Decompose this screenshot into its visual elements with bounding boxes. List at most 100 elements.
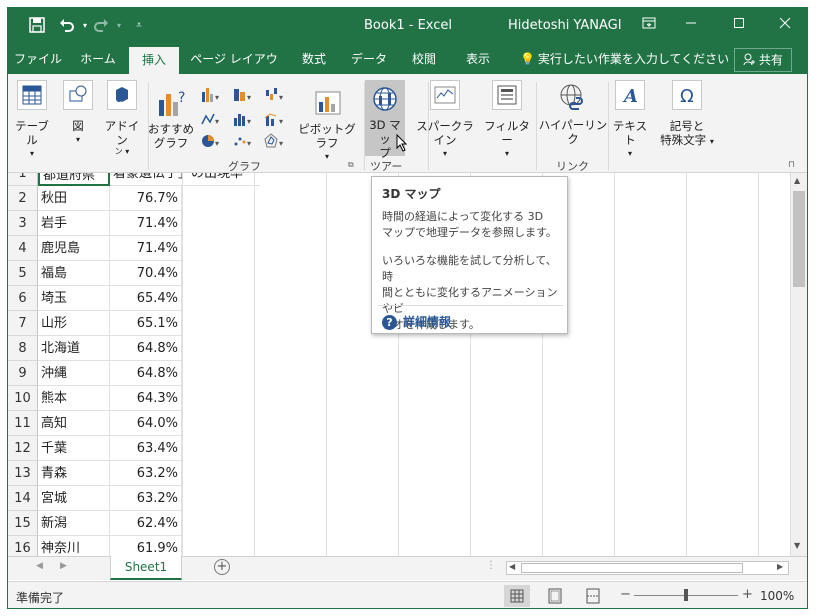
add-sheet-icon[interactable]: + [214, 559, 230, 575]
cell-rate[interactable]: 64.3% [110, 386, 182, 411]
vertical-scrollbar[interactable]: ▲ ▼ [790, 173, 807, 556]
redo-icon[interactable] [92, 17, 110, 35]
cell-prefecture[interactable]: 岩手 [38, 211, 110, 236]
cell-b1[interactable]: 着豪遺伝子」の出現率 [110, 173, 260, 186]
illustrations-button[interactable]: 図 ▾ [60, 80, 96, 156]
row-header[interactable]: 13 [8, 461, 38, 486]
customize-qat-icon[interactable]: ⩡ [130, 17, 148, 35]
cell-prefecture[interactable]: 山形 [38, 311, 110, 336]
tab-file[interactable]: ファイル [8, 44, 68, 74]
symbols-button[interactable]: Ω 記号と 特殊文字 ▾ [656, 80, 718, 156]
pie-chart-button[interactable]: ▾ [200, 132, 224, 152]
zoom-slider-thumb[interactable] [684, 589, 688, 601]
row-header[interactable]: 14 [8, 486, 38, 511]
cell-rate[interactable]: 64.0% [110, 411, 182, 436]
recommended-charts-button[interactable]: ? おすすめ グラフ [148, 88, 194, 158]
hierarchy-chart-button[interactable]: ▾ [232, 86, 256, 106]
tab-data[interactable]: データ [345, 44, 393, 74]
combo-chart-button[interactable]: ▾ [264, 110, 288, 130]
h-scroll-thumb[interactable] [521, 563, 743, 573]
cell-rate[interactable]: 70.4% [110, 261, 182, 286]
radar-chart-button[interactable]: ▾ [264, 132, 288, 152]
row-header[interactable]: 15 [8, 511, 38, 536]
text-button[interactable]: A テキスト ▾ [610, 80, 650, 158]
row-header[interactable]: 6 [8, 286, 38, 311]
hyperlink-button[interactable]: ハイパーリンク [538, 80, 608, 156]
page-break-view-button[interactable] [580, 585, 606, 607]
horizontal-scrollbar[interactable]: ◀ ▶ [506, 561, 789, 575]
cell-prefecture[interactable]: 神奈川 [38, 536, 110, 556]
cell-prefecture[interactable]: 青森 [38, 461, 110, 486]
row-header[interactable]: 11 [8, 411, 38, 436]
tooltip-more-link[interactable]: ? 詳細情報 [382, 313, 451, 330]
row-header[interactable]: 5 [8, 261, 38, 286]
cell-a1[interactable]: 都道府県 [38, 173, 110, 186]
cell-rate[interactable]: 65.1% [110, 311, 182, 336]
row-header[interactable]: 1 [8, 173, 38, 186]
tab-home[interactable]: ホーム [70, 44, 126, 74]
cell-prefecture[interactable]: 埼玉 [38, 286, 110, 311]
ribbon-display-options-icon[interactable] [634, 14, 664, 36]
minimize-icon[interactable] [676, 14, 706, 36]
cell-rate[interactable]: 63.2% [110, 461, 182, 486]
scroll-left-icon[interactable]: ◀ [509, 562, 515, 571]
zoom-level[interactable]: 100% [760, 589, 794, 603]
table-button[interactable]: テーブル ▾ [11, 80, 53, 158]
addins-button[interactable]: アドイン ン ▾ [104, 80, 140, 156]
row-header[interactable]: 8 [8, 336, 38, 361]
sheet-tab-sheet1[interactable]: Sheet1 [110, 556, 182, 580]
cell-rate[interactable]: 62.4% [110, 511, 182, 536]
splitter-icon[interactable]: ⋮ [486, 560, 496, 571]
row-header[interactable]: 2 [8, 186, 38, 211]
tell-me-box[interactable]: 💡 実行したい作業を入力してください [520, 44, 729, 74]
row-header[interactable]: 9 [8, 361, 38, 386]
row-header[interactable]: 16 [8, 536, 38, 556]
row-header[interactable]: 4 [8, 236, 38, 261]
cell-rate[interactable]: 76.7% [110, 186, 182, 211]
tab-insert[interactable]: 挿入 [129, 47, 179, 74]
stat-chart-button[interactable]: ▾ [232, 110, 256, 130]
normal-view-button[interactable] [504, 585, 530, 607]
filter-button[interactable]: フィルター ▾ [484, 80, 530, 158]
cell-rate[interactable]: 65.4% [110, 286, 182, 311]
sparkline-button[interactable]: スパークライン ▾ [411, 80, 479, 158]
cell-rate[interactable]: 63.4% [110, 436, 182, 461]
cell-prefecture[interactable]: 熊本 [38, 386, 110, 411]
scroll-up-icon[interactable]: ▲ [794, 176, 800, 185]
cell-prefecture[interactable]: 秋田 [38, 186, 110, 211]
redo-dropdown-icon[interactable]: ▾ [110, 17, 128, 35]
waterfall-chart-button[interactable]: ▾ [264, 86, 288, 106]
user-name[interactable]: Hidetoshi YANAGI [508, 18, 622, 33]
dialog-launcher-icon[interactable]: ⧉ [348, 160, 354, 170]
cell-prefecture[interactable]: 新潟 [38, 511, 110, 536]
undo-icon[interactable] [58, 17, 76, 35]
save-icon[interactable] [28, 17, 46, 35]
cell-prefecture[interactable]: 千葉 [38, 436, 110, 461]
row-header[interactable]: 10 [8, 386, 38, 411]
scroll-down-icon[interactable]: ▼ [794, 541, 800, 550]
zoom-in-icon[interactable]: + [742, 587, 753, 602]
cell-prefecture[interactable]: 沖縄 [38, 361, 110, 386]
scroll-thumb[interactable] [793, 191, 805, 287]
cell-rate[interactable]: 64.8% [110, 361, 182, 386]
cell-prefecture[interactable]: 鹿児島 [38, 236, 110, 261]
cell-prefecture[interactable]: 福島 [38, 261, 110, 286]
tab-page-layout[interactable]: ページ レイアウト [186, 44, 282, 96]
row-header[interactable]: 3 [8, 211, 38, 236]
cell-rate[interactable]: 71.4% [110, 236, 182, 261]
collapse-ribbon-icon[interactable]: ⊓ [788, 160, 795, 170]
sheet-prev-icon[interactable]: ◀ [36, 561, 43, 571]
column-chart-button[interactable]: ▾ [200, 86, 224, 106]
tab-view[interactable]: 表示 [456, 44, 500, 74]
maximize-icon[interactable] [724, 14, 754, 36]
pivotchart-button[interactable]: ピボットグラフ ▾ [294, 88, 360, 161]
scatter-chart-button[interactable]: ▾ [232, 132, 256, 152]
row-header[interactable]: 7 [8, 311, 38, 336]
scroll-right-icon[interactable]: ▶ [777, 562, 783, 571]
cell-prefecture[interactable]: 宮城 [38, 486, 110, 511]
zoom-out-icon[interactable]: − [620, 587, 631, 602]
close-icon[interactable] [770, 14, 800, 36]
cell-rate[interactable]: 61.9% [110, 536, 182, 556]
sheet-next-icon[interactable]: ▶ [60, 561, 67, 571]
cell-prefecture[interactable]: 北海道 [38, 336, 110, 361]
